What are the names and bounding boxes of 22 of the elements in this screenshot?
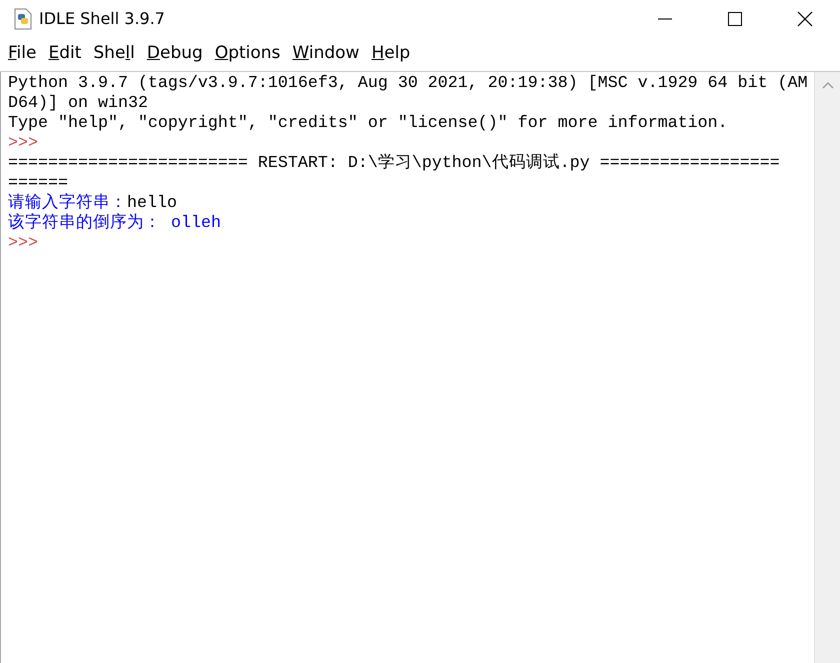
output-text: D64)] on win32 — [8, 94, 148, 113]
menu-item[interactable]: Help — [367, 41, 414, 67]
prompt-text: >>> — [8, 134, 38, 153]
close-icon[interactable] — [797, 10, 813, 26]
prompt-text: >>> — [8, 234, 38, 253]
menu-item[interactable]: File — [4, 41, 40, 67]
output-text: Python 3.9.7 (tags/v3.9.7:1016ef3, Aug 30 2021, 20:19:38) [MSC v.1929 64 bit (AM — [8, 74, 808, 93]
maximize-icon[interactable] — [728, 12, 742, 26]
menu-item[interactable]: Options — [210, 41, 284, 67]
menu-item[interactable]: Debug — [142, 41, 207, 67]
output-text: ====== — [8, 174, 68, 193]
menu-item[interactable]: Edit — [44, 41, 86, 67]
output-text: ======================== RESTART: D:\学习\python\代码调试.py ================== — [8, 154, 780, 173]
input-text: hello — [127, 194, 177, 213]
output-text: Type "help", "copyright", "credits" or "license()" for more information. — [8, 114, 728, 133]
app-icon — [13, 8, 33, 30]
menu-item[interactable]: Window — [288, 41, 364, 67]
menu-item[interactable]: Shell — [89, 41, 139, 67]
program-output: 请输入字符串： — [8, 194, 127, 213]
window-title: IDLE Shell 3.9.7 — [39, 8, 165, 30]
minimize-icon[interactable] — [658, 18, 672, 20]
program-output: 该字符串的倒序为： olleh — [8, 214, 221, 233]
